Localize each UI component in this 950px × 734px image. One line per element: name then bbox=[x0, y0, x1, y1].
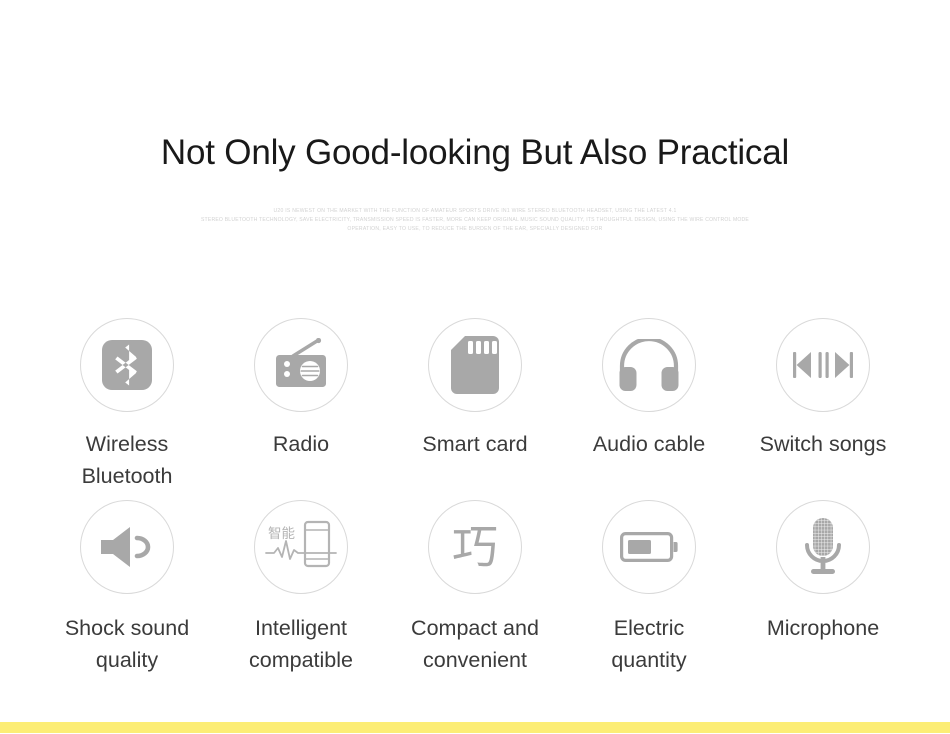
smart-phone-waveform-icon: 智能 bbox=[265, 518, 337, 576]
description-line-1: U20 IS NEWEST ON THE MARKET WITH THE FUN… bbox=[273, 208, 677, 214]
icon-circle bbox=[80, 318, 174, 412]
feature-label: Radio bbox=[272, 432, 330, 456]
feature-label: Shock sound quality bbox=[64, 616, 190, 672]
feature-label: Compact and convenient bbox=[411, 616, 539, 672]
radio-icon bbox=[271, 338, 331, 392]
feature-item-audio-cable: Audio cable bbox=[562, 318, 736, 492]
feature-item-microphone: Microphone bbox=[736, 500, 910, 676]
icon-circle: 巧 bbox=[428, 500, 522, 594]
battery-icon bbox=[620, 532, 678, 562]
speaker-icon bbox=[99, 525, 155, 569]
headphones-icon bbox=[618, 339, 680, 391]
chinese-character-qiao-icon: 巧 bbox=[446, 518, 504, 576]
icon-circle bbox=[602, 318, 696, 412]
feature-item-smart-card: Smart card bbox=[388, 318, 562, 492]
feature-item-compact-convenient: 巧 Compact and convenient bbox=[388, 500, 562, 676]
feature-item-wireless-bluetooth: Wireless Bluetooth bbox=[40, 318, 214, 492]
feature-label: Smart card bbox=[422, 432, 528, 456]
smart-glyph-label: 智能 bbox=[268, 526, 295, 542]
feature-label: Switch songs bbox=[759, 432, 887, 456]
feature-row-1: Wireless Bluetooth Radio Smart card Audi… bbox=[40, 318, 910, 492]
microphone-icon bbox=[802, 517, 844, 577]
feature-item-shock-sound-quality: Shock sound quality bbox=[40, 500, 214, 676]
feature-row-2: Shock sound quality 智能 Intelligent compa… bbox=[40, 500, 910, 676]
slide-page: Not Only Good-looking But Also Practical… bbox=[0, 0, 950, 734]
icon-circle bbox=[254, 318, 348, 412]
bottom-accent-band bbox=[0, 722, 950, 733]
icon-circle bbox=[776, 318, 870, 412]
feature-item-intelligent-compatible: 智能 Intelligent compatible bbox=[214, 500, 388, 676]
icon-circle bbox=[80, 500, 174, 594]
feature-item-electric-quantity: Electric quantity bbox=[562, 500, 736, 676]
icon-circle bbox=[602, 500, 696, 594]
page-title: Not Only Good-looking But Also Practical bbox=[160, 133, 790, 172]
description-paragraph: U20 IS NEWEST ON THE MARKET WITH THE FUN… bbox=[145, 207, 805, 235]
feature-item-radio: Radio bbox=[214, 318, 388, 492]
description-line-3: OPERATION, EASY TO USE, TO REDUCE THE BU… bbox=[347, 226, 603, 233]
track-switch-icon bbox=[793, 350, 853, 380]
feature-label: Wireless Bluetooth bbox=[81, 432, 173, 488]
sd-card-icon bbox=[451, 336, 499, 394]
feature-label: Electric quantity bbox=[611, 616, 687, 672]
qiao-glyph: 巧 bbox=[452, 520, 498, 574]
bluetooth-icon bbox=[98, 336, 156, 394]
feature-label: Intelligent compatible bbox=[249, 616, 353, 672]
feature-item-switch-songs: Switch songs bbox=[736, 318, 910, 492]
feature-label: Audio cable bbox=[592, 432, 706, 456]
icon-circle bbox=[428, 318, 522, 412]
icon-circle bbox=[776, 500, 870, 594]
icon-circle: 智能 bbox=[254, 500, 348, 594]
feature-label: Microphone bbox=[766, 616, 880, 640]
description-line-2: STEREO BLUETOOTH TECHNOLOGY, SAVE ELECTR… bbox=[200, 217, 750, 224]
